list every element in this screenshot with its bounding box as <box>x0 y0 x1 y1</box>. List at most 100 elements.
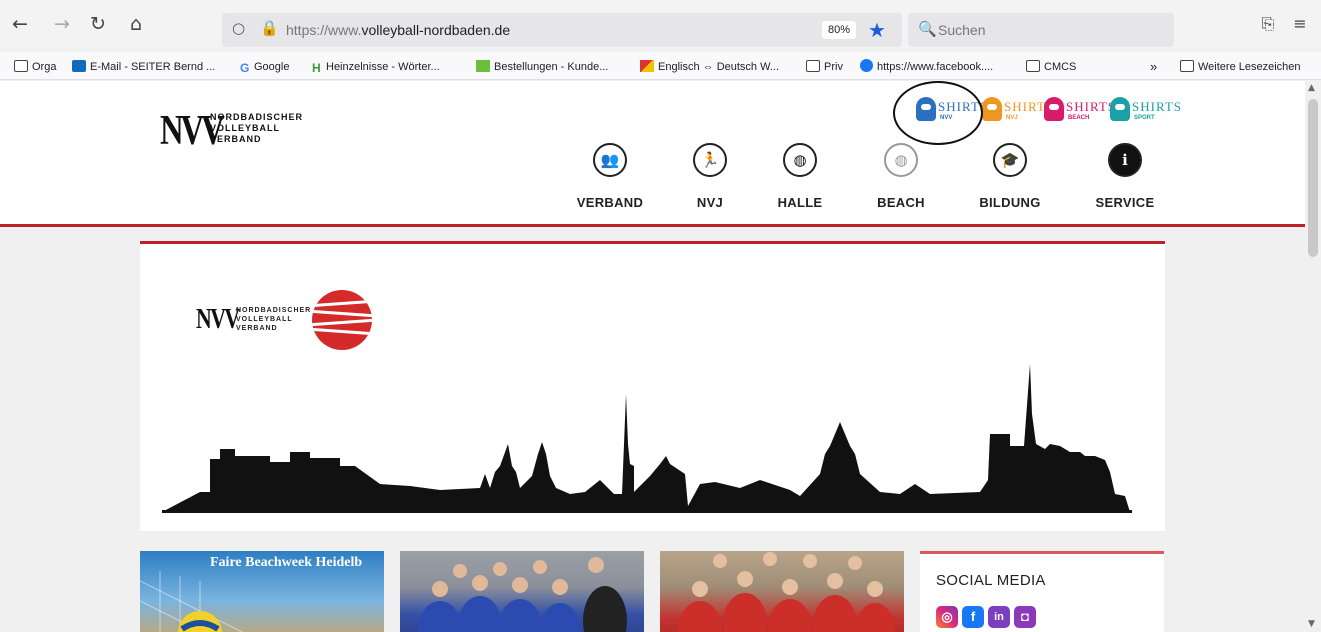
bookmark-other[interactable]: Weitere Lesezeichen <box>1180 58 1301 76</box>
team-photo-card-2[interactable] <box>660 551 904 632</box>
bookmark-label: https://www.facebook.... <box>877 61 994 73</box>
bookmark-facebook[interactable]: https://www.facebook.... <box>860 58 993 76</box>
team-photo-card-1[interactable] <box>400 551 644 632</box>
outlook-icon <box>72 60 86 72</box>
linkedin-icon[interactable]: in <box>988 606 1010 628</box>
bookmark-label: Weitere Lesezeichen <box>1198 61 1301 73</box>
nav-label: BEACH <box>877 195 925 210</box>
bookmark-priv[interactable]: Priv <box>806 58 843 76</box>
shirts-sub: SPORT <box>1134 115 1155 121</box>
back-arrow-icon[interactable]: ← <box>8 12 32 36</box>
shield-icon[interactable]: ○ <box>232 19 245 37</box>
shirts-nvj-link[interactable]: SHIRTS NVJ <box>982 97 1053 123</box>
nvv-logo[interactable]: NVV NORDBADISCHER VOLLEYBALL VERBAND <box>160 110 302 152</box>
bookmark-star-icon[interactable]: ★ <box>868 18 886 42</box>
bookmark-label: Priv <box>824 61 843 73</box>
nav-label: BILDUNG <box>979 195 1041 210</box>
bookmark-google[interactable]: G Google <box>240 58 289 76</box>
reload-icon[interactable]: ↻ <box>86 12 110 36</box>
extensions-icon[interactable]: ⎘ <box>1256 12 1280 36</box>
vertical-scrollbar[interactable]: ▲ ▼ <box>1305 81 1321 632</box>
social-media-card: SOCIAL MEDIA ◎ f in ◘ <box>920 551 1164 632</box>
url-domain: volleyball-nordbaden.de <box>361 22 511 38</box>
home-icon[interactable]: ⌂ <box>124 12 148 36</box>
bookmark-email[interactable]: E-Mail - SEITER Bernd ... <box>72 58 215 76</box>
orders-icon <box>476 60 490 72</box>
nav-beach[interactable]: ◍ BEACH <box>846 143 956 210</box>
search-bar[interactable]: 🔍 <box>908 13 1174 47</box>
bookmark-cmcs[interactable]: CMCS <box>1026 58 1076 76</box>
search-icon: 🔍 <box>918 20 937 38</box>
bookmark-label: Google <box>254 61 290 73</box>
search-input[interactable] <box>938 19 1158 41</box>
site-header: NVV NORDBADISCHER VOLLEYBALL VERBAND SHI… <box>0 81 1305 227</box>
ghost-icon <box>1110 97 1130 121</box>
volleyball-icon: ◍ <box>783 143 817 177</box>
team-photo-image <box>678 552 895 632</box>
folder-icon <box>1180 60 1194 72</box>
player-icon: 🏃 <box>693 143 727 177</box>
nav-service[interactable]: ℹ SERVICE <box>1070 143 1180 210</box>
shirts-beach-link[interactable]: SHIRTS BEACH <box>1044 97 1115 123</box>
bookmark-bestellungen[interactable]: Bestellungen - Kunde... <box>476 58 608 76</box>
bookmark-label: Englisch ⇔ Deutsch W... <box>658 61 780 73</box>
browser-toolbar: ← → ↻ ⌂ ○ 🔒 https://www.volleyball-nordb… <box>0 0 1321 48</box>
heinzelnisse-icon: H <box>312 61 321 75</box>
bookmarks-bar: Orga E-Mail - SEITER Bernd ... G Google H… <box>0 52 1321 80</box>
beachweek-news-card[interactable]: Faire Beachweek Heidelb <box>140 551 384 632</box>
hero-banner: NVV NORDBADISCHER VOLLEYBALL VERBAND <box>140 241 1165 531</box>
facebook-icon <box>860 59 873 72</box>
lock-icon[interactable]: 🔒 <box>260 19 279 37</box>
nav-label: SERVICE <box>1095 195 1155 210</box>
bookmark-label: Heinzelnisse - Wörter... <box>326 61 440 73</box>
nav-bildung[interactable]: 🎓 BILDUNG <box>955 143 1065 210</box>
nav-verband[interactable]: 👥 VERBAND <box>555 143 665 210</box>
url-prefix: https://www. <box>286 22 362 38</box>
shirts-sub: NVJ <box>1006 115 1018 121</box>
shirts-sport-link[interactable]: SHIRTS SPORT <box>1110 97 1181 123</box>
nav-label: HALLE <box>777 195 823 210</box>
logo-line-1: NORDBADISCHER <box>210 112 304 122</box>
info-icon: ℹ <box>1108 143 1142 177</box>
nav-halle[interactable]: ◍ HALLE <box>745 143 855 210</box>
logo-text: NORDBADISCHER VOLLEYBALL VERBAND <box>210 112 303 145</box>
folder-icon <box>1026 60 1040 72</box>
logo-line-3: VERBAND <box>210 134 262 144</box>
shirts-sub: BEACH <box>1068 115 1090 121</box>
shirts-word: SHIRTS <box>1132 99 1183 114</box>
annotation-circle <box>893 81 983 145</box>
scroll-up-arrow-icon[interactable]: ▲ <box>1308 83 1315 93</box>
nav-label: VERBAND <box>576 195 644 210</box>
team-photo-image <box>418 557 627 632</box>
hamburger-menu-icon[interactable]: ≡ <box>1288 12 1312 36</box>
logo-line-2: VOLLEYBALL <box>210 123 280 133</box>
dictionary-icon <box>640 60 654 72</box>
bookmark-dictionary[interactable]: Englisch ⇔ Deutsch W... <box>640 58 779 76</box>
forward-arrow-icon[interactable]: → <box>50 12 74 36</box>
scroll-down-arrow-icon[interactable]: ▼ <box>1308 619 1315 629</box>
city-skyline-illustration <box>162 364 1132 513</box>
scrollbar-thumb[interactable] <box>1308 99 1318 257</box>
bookmark-label: Orga <box>32 61 57 73</box>
bookmark-label: CMCS <box>1044 61 1077 73</box>
shirts-word: SHIRTS <box>1066 99 1117 114</box>
facebook-icon[interactable]: f <box>962 606 984 628</box>
beach-volleyball-icon: ◍ <box>884 143 918 177</box>
zoom-level-badge[interactable]: 80% <box>822 21 857 39</box>
bookmark-label: Bestellungen - Kunde... <box>494 61 609 73</box>
bookmark-orga[interactable]: Orga <box>14 58 56 76</box>
google-icon: G <box>240 61 250 75</box>
ghost-icon <box>1044 97 1064 121</box>
bookmark-heinzelnisse[interactable]: H Heinzelnisse - Wörter... <box>312 58 440 76</box>
bookmarks-overflow-chevron-icon[interactable]: » <box>1150 58 1157 76</box>
instagram-icon[interactable]: ◎ <box>936 606 958 628</box>
beachweek-title: Faire Beachweek Heidelb <box>210 555 363 570</box>
url-text[interactable]: https://www.volleyball-nordbaden.de <box>286 22 510 38</box>
folder-icon <box>806 60 820 72</box>
page-viewport: NVV NORDBADISCHER VOLLEYBALL VERBAND SHI… <box>0 81 1321 632</box>
bookmark-label: E-Mail - SEITER Bernd ... <box>90 61 216 73</box>
url-bar[interactable]: ○ 🔒 https://www.volleyball-nordbaden.de … <box>222 13 902 47</box>
folder-icon <box>14 60 28 72</box>
twitch-icon[interactable]: ◘ <box>1014 606 1036 628</box>
graduation-cap-icon: 🎓 <box>993 143 1027 177</box>
